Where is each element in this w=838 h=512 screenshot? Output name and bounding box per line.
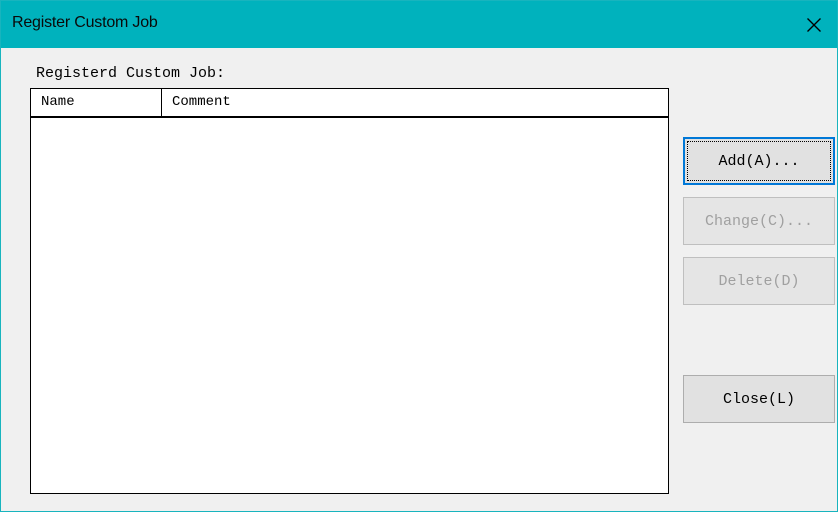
close-button[interactable]: Close(L)	[683, 375, 835, 423]
change-button-label: Change(C)...	[704, 212, 814, 230]
title-bar[interactable]: Register Custom Job	[1, 1, 837, 48]
add-button[interactable]: Add(A)...	[683, 137, 835, 185]
list-body[interactable]	[31, 118, 668, 493]
registered-jobs-label: Registerd Custom Job:	[36, 65, 226, 82]
custom-job-list[interactable]: Name Comment	[30, 88, 669, 494]
dialog-client-area: Registerd Custom Job: Name Comment Add(A…	[1, 48, 837, 511]
list-header: Name Comment	[31, 89, 668, 118]
focus-ring	[687, 141, 831, 181]
delete-button-label: Delete(D)	[718, 272, 800, 290]
register-custom-job-dialog: Register Custom Job Registerd Custom Job…	[0, 0, 838, 512]
close-icon	[807, 17, 821, 32]
delete-button[interactable]: Delete(D)	[683, 257, 835, 305]
column-header-comment[interactable]: Comment	[162, 89, 668, 116]
change-button[interactable]: Change(C)...	[683, 197, 835, 245]
window-title: Register Custom Job	[12, 14, 158, 31]
column-header-name[interactable]: Name	[31, 89, 162, 116]
close-button-label: Close(L)	[722, 390, 795, 408]
close-window-button[interactable]	[791, 1, 837, 48]
